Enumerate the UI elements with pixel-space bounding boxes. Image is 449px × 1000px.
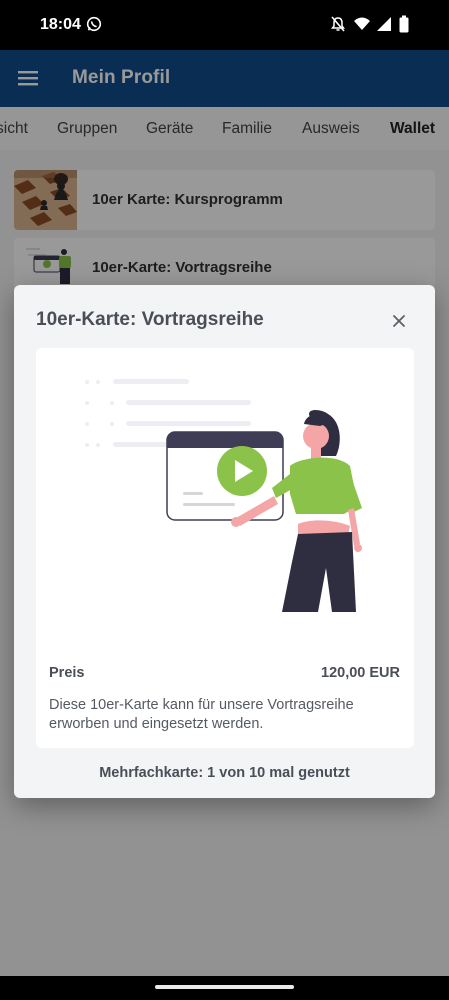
system-nav-bar bbox=[0, 976, 449, 1000]
home-gesture-handle[interactable] bbox=[155, 985, 294, 989]
ticket-detail-dialog: 10er-Karte: Vortragsreihe Preis 120,00 E… bbox=[14, 285, 435, 798]
wifi-icon bbox=[353, 15, 370, 33]
status-time: 18:04 bbox=[40, 16, 81, 33]
ticket-description: Diese 10er-Karte kann für unsere Vortrag… bbox=[49, 697, 354, 732]
usage-status: Mehrfachkarte: 1 von 10 mal genutzt bbox=[99, 765, 350, 781]
whatsapp-icon bbox=[86, 16, 102, 32]
mute-icon bbox=[330, 15, 346, 33]
status-bar: 18:04 bbox=[0, 0, 449, 50]
price-label: Preis bbox=[49, 665, 85, 681]
close-icon bbox=[393, 315, 405, 327]
price-value: 120,00 EUR bbox=[321, 665, 400, 681]
ticket-card: Preis 120,00 EUR Diese 10er-Karte kann f… bbox=[36, 348, 414, 748]
dialog-title: 10er-Karte: Vortragsreihe bbox=[36, 309, 264, 330]
close-button[interactable] bbox=[385, 307, 413, 335]
battery-icon bbox=[399, 15, 409, 33]
signal-icon bbox=[376, 15, 392, 33]
app-screen: Mein Profil sicht Gruppen Geräte Familie… bbox=[0, 50, 449, 976]
presentation-illustration bbox=[36, 348, 414, 648]
